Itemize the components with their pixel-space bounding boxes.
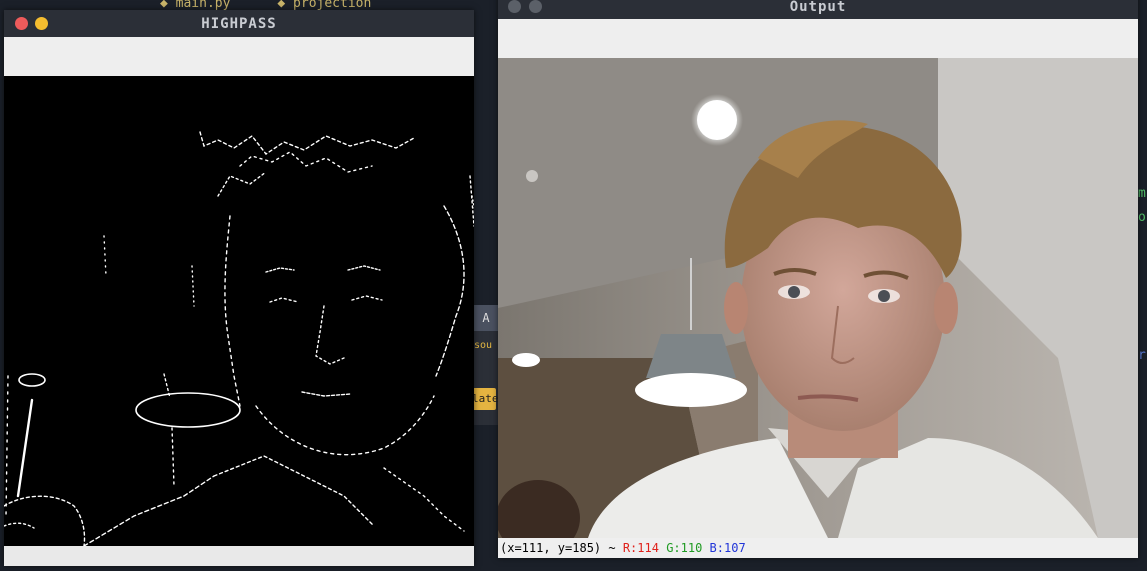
minimize-button[interactable] <box>529 0 542 13</box>
status-blue: B:107 <box>709 541 746 555</box>
highpass-titlebar[interactable]: HIGHPASS <box>4 10 474 37</box>
background-editor-text: m <box>1138 186 1146 201</box>
background-editor-text: r <box>1138 348 1146 363</box>
output-titlebar[interactable]: Output <box>498 0 1138 19</box>
webcam-photo <box>498 58 1138 538</box>
background-editor-text: o <box>1138 210 1146 225</box>
close-button[interactable] <box>508 0 521 13</box>
status-red: R:114 <box>622 541 659 555</box>
background-dialog-label: sou <box>474 340 493 351</box>
status-bar: (x=111, y=185) ~ R:114 G:110 B:107 <box>498 538 1138 558</box>
status-green: G:110 <box>666 541 703 555</box>
close-button[interactable] <box>15 17 28 30</box>
output-toolbar <box>498 19 1138 58</box>
webcam-image[interactable] <box>498 58 1138 538</box>
edge-map <box>4 131 474 546</box>
highpass-edge-image[interactable] <box>4 76 474 546</box>
highpass-window: HIGHPASS <box>4 10 474 566</box>
background-dialog-header: A <box>474 305 498 331</box>
highpass-footer <box>4 546 474 566</box>
status-coords: (x=111, y=185) ~ <box>500 541 623 555</box>
window-title: Output <box>789 0 847 15</box>
window-title: HIGHPASS <box>201 15 277 32</box>
minimize-button[interactable] <box>35 17 48 30</box>
highpass-toolbar <box>4 37 474 76</box>
background-dialog-button[interactable]: late <box>472 388 499 410</box>
output-window: Output (x=111, y=185) ~ R:114 G:110 B:10… <box>498 0 1138 558</box>
